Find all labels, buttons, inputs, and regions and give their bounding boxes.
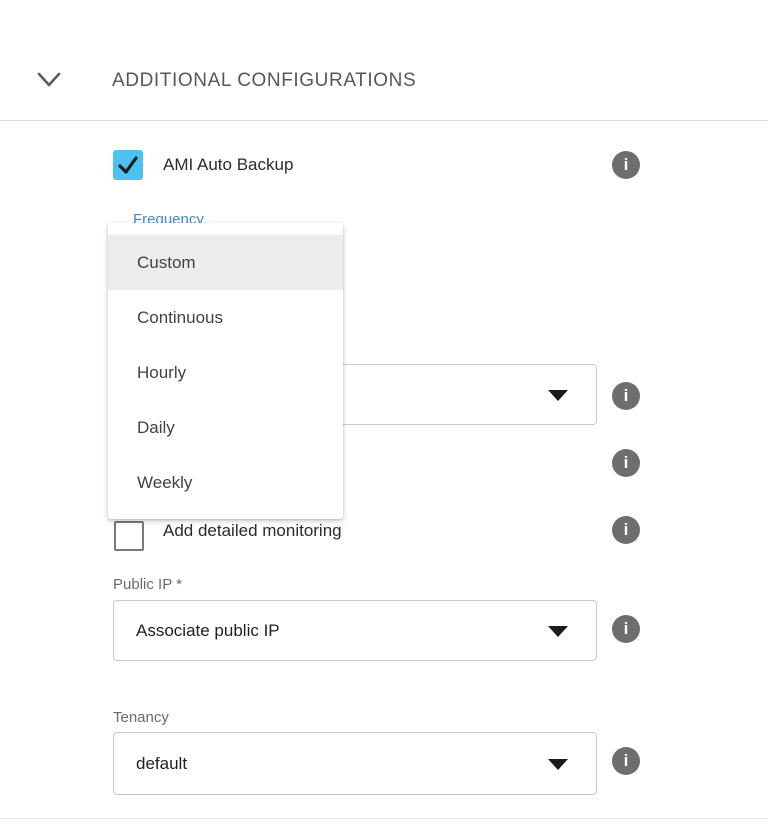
public-ip-select[interactable]: Associate public IP (113, 600, 597, 661)
dropdown-option-hourly[interactable]: Hourly (108, 345, 343, 400)
tenancy-select-value: default (136, 754, 187, 774)
info-icon-ami-backup[interactable]: i (612, 151, 640, 179)
info-glyph: i (624, 520, 629, 540)
ami-auto-backup-checkbox[interactable] (113, 150, 143, 180)
tenancy-select[interactable]: default (113, 732, 597, 795)
public-ip-label: Public IP * (113, 576, 182, 593)
info-glyph: i (624, 155, 629, 175)
dropdown-option-continuous[interactable]: Continuous (108, 290, 343, 345)
info-glyph: i (624, 453, 629, 473)
dropdown-option-daily[interactable]: Daily (108, 400, 343, 455)
chevron-down-icon[interactable] (36, 70, 62, 90)
detailed-monitoring-label: Add detailed monitoring (163, 521, 342, 541)
checkmark-icon (113, 150, 143, 180)
ami-auto-backup-label: AMI Auto Backup (163, 155, 293, 175)
dropdown-option-weekly[interactable]: Weekly (108, 455, 343, 510)
caret-down-icon (548, 759, 568, 770)
caret-down-icon (548, 390, 568, 401)
info-glyph: i (624, 619, 629, 639)
info-icon-frequency[interactable]: i (612, 382, 640, 410)
info-icon-tenancy[interactable]: i (612, 747, 640, 775)
info-glyph: i (624, 386, 629, 406)
bottom-divider (0, 818, 768, 819)
info-icon-public-ip[interactable]: i (612, 615, 640, 643)
tenancy-label: Tenancy (113, 709, 169, 726)
caret-down-icon (548, 626, 568, 637)
info-icon-hidden-row[interactable]: i (612, 449, 640, 477)
frequency-dropdown-menu: Custom Continuous Hourly Daily Weekly (108, 223, 343, 519)
section-title: ADDITIONAL CONFIGURATIONS (112, 70, 416, 92)
additional-configurations-panel: ADDITIONAL CONFIGURATIONS AMI Auto Backu… (0, 0, 768, 831)
section-divider (0, 120, 768, 121)
info-icon-monitoring[interactable]: i (612, 516, 640, 544)
detailed-monitoring-checkbox[interactable] (114, 521, 144, 551)
dropdown-option-custom[interactable]: Custom (108, 235, 343, 290)
public-ip-select-value: Associate public IP (136, 621, 280, 641)
info-glyph: i (624, 751, 629, 771)
